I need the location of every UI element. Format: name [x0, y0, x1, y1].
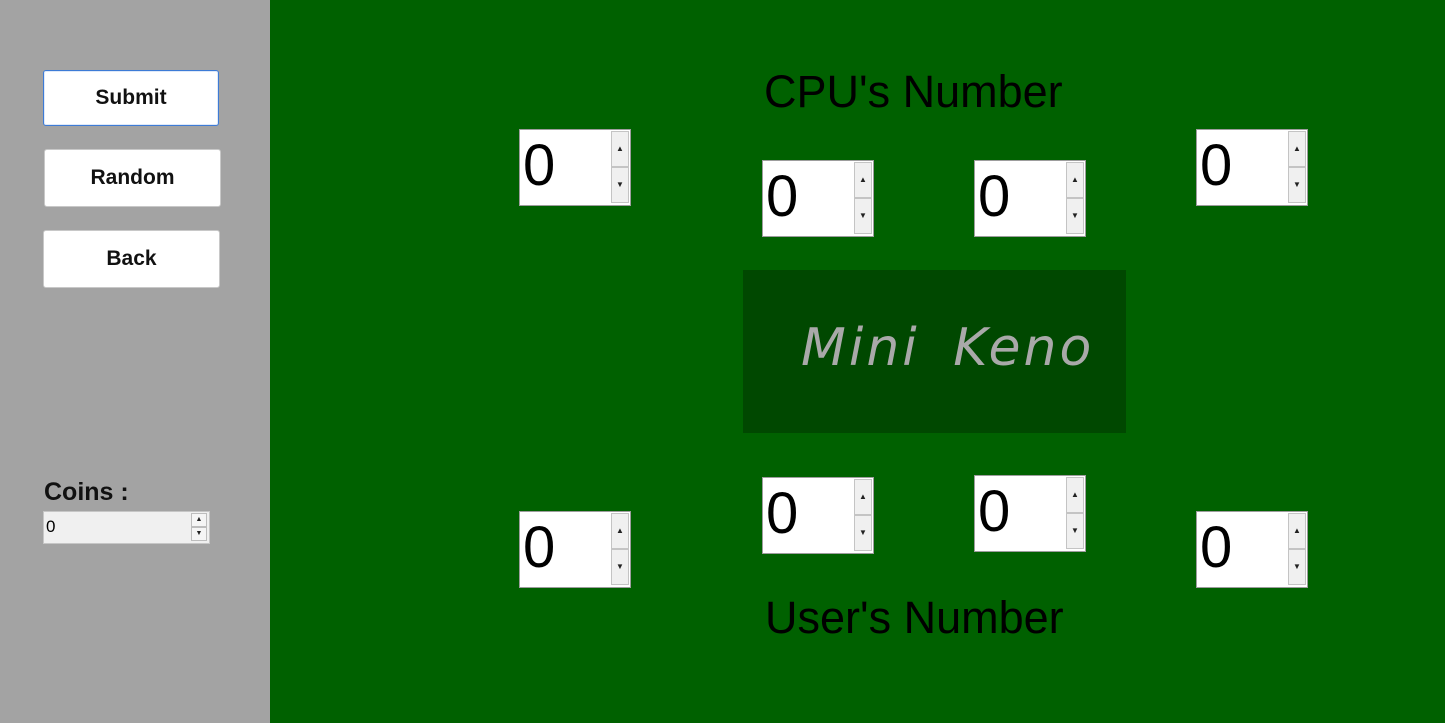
- increment-arrow-icon[interactable]: ▲: [1288, 131, 1306, 167]
- user-number-value: 0: [1200, 515, 1233, 580]
- coins-increment-arrow-icon[interactable]: ▲: [191, 513, 207, 527]
- cpu-number-value: 0: [523, 133, 556, 198]
- decrement-arrow-icon[interactable]: ▼: [854, 515, 872, 551]
- stepper-arrows: ▲ ▼: [854, 479, 872, 552]
- submit-button[interactable]: Submit: [43, 70, 219, 126]
- stepper-arrows: ▲ ▼: [854, 162, 872, 235]
- user-number-stepper[interactable]: 0 ▲ ▼: [1196, 511, 1308, 588]
- user-number-value: 0: [978, 479, 1011, 544]
- user-number-heading: User's Number: [765, 592, 1064, 643]
- increment-arrow-icon[interactable]: ▲: [854, 479, 872, 515]
- user-number-stepper[interactable]: 0 ▲ ▼: [762, 477, 874, 554]
- increment-arrow-icon[interactable]: ▲: [611, 513, 629, 549]
- user-number-value: 0: [523, 515, 556, 580]
- decrement-arrow-icon[interactable]: ▼: [611, 549, 629, 585]
- back-button[interactable]: Back: [43, 230, 220, 288]
- stepper-arrows: ▲ ▼: [611, 131, 629, 204]
- decrement-arrow-icon[interactable]: ▼: [1066, 513, 1084, 549]
- coins-stepper-arrows: ▲ ▼: [191, 513, 207, 542]
- decrement-arrow-icon[interactable]: ▼: [1066, 198, 1084, 234]
- stepper-arrows: ▲ ▼: [611, 513, 629, 586]
- game-title: Mini Keno: [801, 318, 1095, 378]
- cpu-number-stepper[interactable]: 0 ▲ ▼: [974, 160, 1086, 237]
- decrement-arrow-icon[interactable]: ▼: [611, 167, 629, 203]
- game-title-banner: Mini Keno: [743, 270, 1126, 433]
- coins-decrement-arrow-icon[interactable]: ▼: [191, 527, 207, 541]
- user-number-value: 0: [766, 481, 799, 546]
- increment-arrow-icon[interactable]: ▲: [611, 131, 629, 167]
- stepper-arrows: ▲ ▼: [1288, 131, 1306, 204]
- random-button[interactable]: Random: [44, 149, 221, 207]
- cpu-number-value: 0: [1200, 133, 1233, 198]
- stepper-arrows: ▲ ▼: [1066, 477, 1084, 550]
- sidebar: Submit Random Back Coins : 0 ▲ ▼: [0, 0, 270, 723]
- cpu-number-value: 0: [978, 164, 1011, 229]
- coins-label: Coins :: [44, 478, 129, 506]
- cpu-number-stepper[interactable]: 0 ▲ ▼: [1196, 129, 1308, 206]
- stepper-arrows: ▲ ▼: [1288, 513, 1306, 586]
- decrement-arrow-icon[interactable]: ▼: [854, 198, 872, 234]
- user-number-stepper[interactable]: 0 ▲ ▼: [974, 475, 1086, 552]
- cpu-number-stepper[interactable]: 0 ▲ ▼: [519, 129, 631, 206]
- decrement-arrow-icon[interactable]: ▼: [1288, 167, 1306, 203]
- coins-stepper[interactable]: 0 ▲ ▼: [43, 511, 210, 544]
- stepper-arrows: ▲ ▼: [1066, 162, 1084, 235]
- coins-value: 0: [46, 517, 56, 536]
- cpu-number-stepper[interactable]: 0 ▲ ▼: [762, 160, 874, 237]
- user-number-stepper[interactable]: 0 ▲ ▼: [519, 511, 631, 588]
- increment-arrow-icon[interactable]: ▲: [1066, 162, 1084, 198]
- increment-arrow-icon[interactable]: ▲: [1066, 477, 1084, 513]
- cpu-number-heading: CPU's Number: [764, 66, 1063, 117]
- cpu-number-value: 0: [766, 164, 799, 229]
- decrement-arrow-icon[interactable]: ▼: [1288, 549, 1306, 585]
- increment-arrow-icon[interactable]: ▲: [854, 162, 872, 198]
- increment-arrow-icon[interactable]: ▲: [1288, 513, 1306, 549]
- mini-keno-window: Submit Random Back Coins : 0 ▲ ▼ CPU's N…: [0, 0, 1445, 723]
